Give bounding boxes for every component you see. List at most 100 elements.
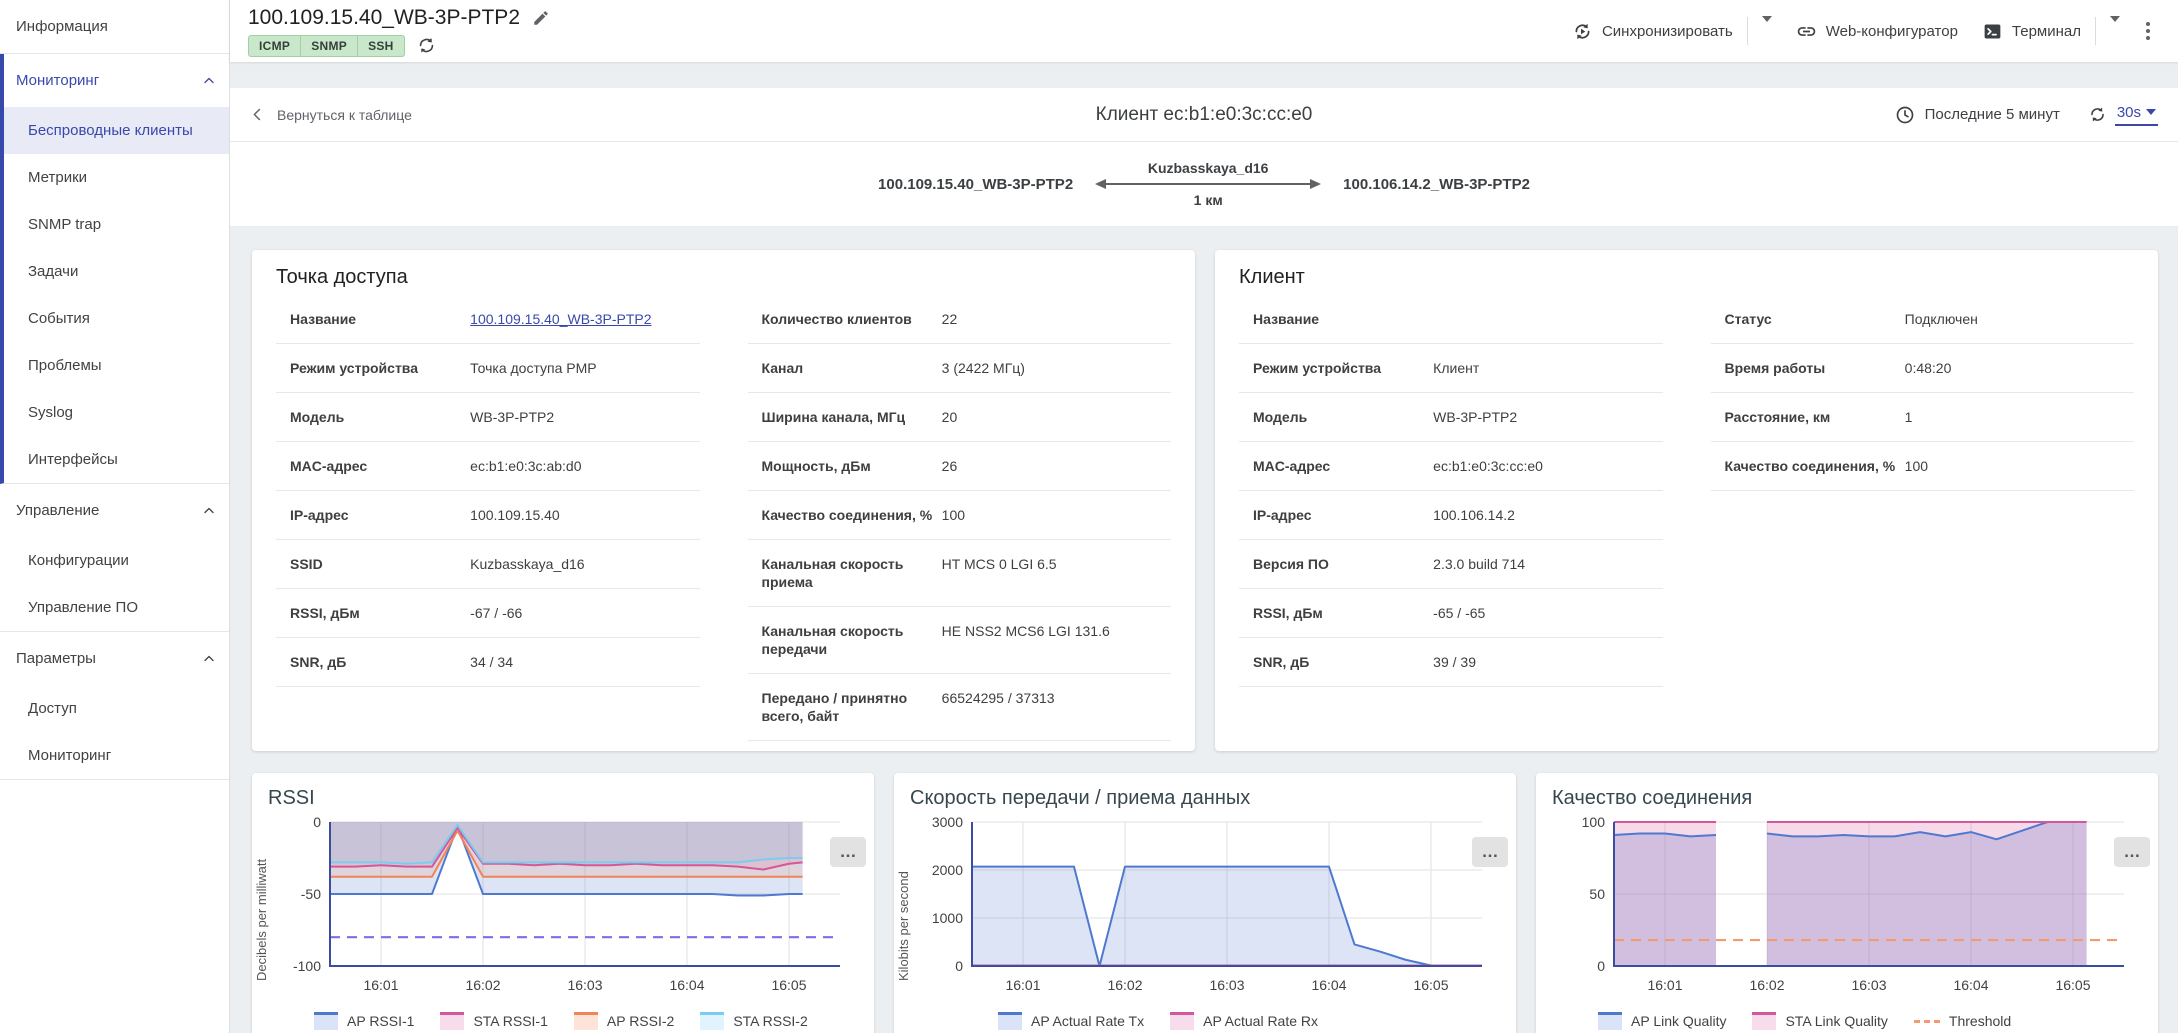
- sidebar-group-параметры[interactable]: Параметры: [0, 632, 229, 685]
- info-label: Версия ПО: [1253, 555, 1433, 573]
- terminal-dropdown-button[interactable]: [2098, 14, 2132, 48]
- time-range-button[interactable]: Последние 5 минут: [1895, 105, 2060, 125]
- sidebar-item-проблемы[interactable]: Проблемы: [4, 342, 229, 389]
- info-value: ec:b1:e0:3c:cc:e0: [1433, 457, 1662, 475]
- svg-text:16:04: 16:04: [1311, 977, 1346, 993]
- legend-label: STA Link Quality: [1785, 1013, 1887, 1029]
- topbar-actions: Синхронизировать Web-конфигуратор Термин…: [1560, 13, 2160, 50]
- legend-item-ap-actual-rate-rx[interactable]: AP Actual Rate Rx: [1170, 1012, 1318, 1030]
- device-link[interactable]: 100.109.15.40_WB-3P-PTP2: [470, 311, 651, 327]
- info-value: 1: [1905, 408, 2134, 426]
- legend-item-ap-rssi-1[interactable]: AP RSSI-1: [314, 1012, 414, 1030]
- info-value: 100.109.15.40: [470, 506, 699, 524]
- sidebar-item-syslog[interactable]: Syslog: [4, 389, 229, 436]
- chart-menu-button-quality[interactable]: …: [2114, 837, 2150, 867]
- chart-plot-quality: 05010016:0116:0216:0316:0416:05: [1566, 816, 2132, 1008]
- badges-refresh-icon[interactable]: [417, 36, 436, 55]
- terminal-button[interactable]: Терминал: [1970, 13, 2093, 50]
- sidebar-group-мониторинг[interactable]: Мониторинг: [4, 54, 229, 107]
- sync-dropdown-button[interactable]: [1750, 14, 1784, 48]
- svg-text:0: 0: [955, 958, 963, 974]
- info-row-время-работы: Время работы0:48:20: [1711, 344, 2135, 393]
- ap-node-label[interactable]: 100.109.15.40_WB-3P-PTP2: [878, 176, 1073, 193]
- svg-text:2000: 2000: [932, 862, 963, 878]
- info-value: Клиент: [1433, 359, 1662, 377]
- sidebar-item-беспроводные-клиенты[interactable]: Беспроводные клиенты: [4, 107, 229, 154]
- sync-button[interactable]: Синхронизировать: [1560, 13, 1745, 50]
- page-title: 100.109.15.40_WB-3P-PTP2: [248, 6, 520, 30]
- chart-menu-button-rssi[interactable]: …: [830, 837, 866, 867]
- sidebar-section-управление: УправлениеКонфигурацииУправление ПО: [0, 484, 229, 632]
- info-value: WB-3P-PTP2: [470, 408, 699, 426]
- chart-menu-button-speed[interactable]: …: [1472, 837, 1508, 867]
- info-row-rssi-дбм: RSSI, дБм-65 / -65: [1239, 589, 1663, 638]
- legend-swatch-icon: [998, 1012, 1022, 1030]
- svg-text:16:02: 16:02: [465, 977, 500, 993]
- sidebar-item-задачи[interactable]: Задачи: [4, 248, 229, 295]
- info-label: SNR, дБ: [1253, 653, 1433, 671]
- svg-text:0: 0: [1597, 958, 1605, 974]
- refresh-interval-control[interactable]: 30s: [2088, 104, 2158, 126]
- info-card-точка-доступа: Точка доступаНазвание100.109.15.40_WB-3P…: [252, 250, 1195, 751]
- svg-text:16:05: 16:05: [1413, 977, 1448, 993]
- chart-title-speed: Скорость передачи / приема данных: [910, 787, 1506, 810]
- sidebar-item-интерфейсы[interactable]: Интерфейсы: [4, 436, 229, 483]
- legend-item-threshold[interactable]: Threshold: [1914, 1012, 2011, 1030]
- y-axis-label: Kilobits per second: [896, 831, 911, 981]
- info-value: 66524295 / 37313: [942, 689, 1171, 725]
- info-row-режим-устройства: Режим устройстваТочка доступа PMP: [276, 344, 700, 393]
- client-node-label[interactable]: 100.106.14.2_WB-3P-PTP2: [1343, 176, 1530, 193]
- info-label: MAC-адрес: [1253, 457, 1433, 475]
- info-label: Название: [1253, 310, 1433, 328]
- sidebar-item-мониторинг[interactable]: Мониторинг: [0, 732, 229, 779]
- legend-label: AP RSSI-1: [347, 1013, 414, 1029]
- sidebar-item-управление-по[interactable]: Управление ПО: [0, 584, 229, 631]
- double-arrow-icon: [1093, 178, 1323, 190]
- sidebar-group-управление[interactable]: Управление: [0, 484, 229, 537]
- sidebar-item-конфигурации[interactable]: Конфигурации: [0, 537, 229, 584]
- link-ssid-label: Kuzbasskaya_d16: [1148, 160, 1269, 176]
- link-icon: [1796, 21, 1817, 42]
- info-value: HT MCS 0 LGI 6.5: [942, 555, 1171, 591]
- legend-item-sta-rssi-2[interactable]: STA RSSI-2: [700, 1012, 807, 1030]
- more-menu-button[interactable]: [2136, 14, 2160, 48]
- back-to-table-button[interactable]: Вернуться к таблице: [250, 107, 412, 123]
- info-value: 34 / 34: [470, 653, 699, 671]
- svg-text:16:05: 16:05: [771, 977, 806, 993]
- legend-item-sta-link-quality[interactable]: STA Link Quality: [1752, 1012, 1887, 1030]
- info-row-количество-клиентов: Количество клиентов22: [748, 295, 1172, 344]
- sidebar-section-информация: Информация: [0, 0, 229, 54]
- info-value: 100: [942, 506, 1171, 524]
- sidebar-item-snmp-trap[interactable]: SNMP trap: [4, 201, 229, 248]
- sidebar-item-метрики[interactable]: Метрики: [4, 154, 229, 201]
- sidebar-item-события[interactable]: События: [4, 295, 229, 342]
- info-value: Подключен: [1905, 310, 2134, 328]
- legend-item-ap-link-quality[interactable]: AP Link Quality: [1598, 1012, 1726, 1030]
- info-row-версия-по: Версия ПО2.3.0 build 714: [1239, 540, 1663, 589]
- svg-text:16:03: 16:03: [567, 977, 602, 993]
- time-controls: Последние 5 минут 30s: [1895, 104, 2158, 126]
- svg-text:16:03: 16:03: [1209, 977, 1244, 993]
- sidebar-section-мониторинг: МониторингБеспроводные клиентыМетрикиSNM…: [0, 54, 229, 484]
- sidebar-group-информация[interactable]: Информация: [0, 0, 229, 53]
- legend-label: AP Actual Rate Tx: [1031, 1013, 1144, 1029]
- info-label: IP-адрес: [290, 506, 470, 524]
- chart-title-rssi: RSSI: [268, 787, 864, 810]
- legend-item-ap-actual-rate-tx[interactable]: AP Actual Rate Tx: [998, 1012, 1144, 1030]
- sidebar-section-параметры: ПараметрыДоступМониторинг: [0, 632, 229, 780]
- info-label: Канал: [762, 359, 942, 377]
- sidebar-item-доступ[interactable]: Доступ: [0, 685, 229, 732]
- info-value: 0:48:20: [1905, 359, 2134, 377]
- info-label: Ширина канала, МГц: [762, 408, 942, 426]
- legend-label: Threshold: [1949, 1013, 2011, 1029]
- web-configurator-button[interactable]: Web-конфигуратор: [1784, 13, 1970, 50]
- legend-item-sta-rssi-1[interactable]: STA RSSI-1: [440, 1012, 547, 1030]
- info-label: Режим устройства: [290, 359, 470, 377]
- badge-ssh: SSH: [357, 35, 405, 57]
- edit-pencil-icon[interactable]: [532, 9, 550, 27]
- info-label: Передано / принятно всего, байт: [762, 689, 942, 725]
- terminal-icon: [1982, 21, 2003, 42]
- chart-legend-speed: AP Actual Rate Tx AP Actual Rate Rx: [998, 1012, 1506, 1030]
- refresh-interval-select[interactable]: 30s: [2115, 104, 2158, 126]
- legend-item-ap-rssi-2[interactable]: AP RSSI-2: [574, 1012, 674, 1030]
